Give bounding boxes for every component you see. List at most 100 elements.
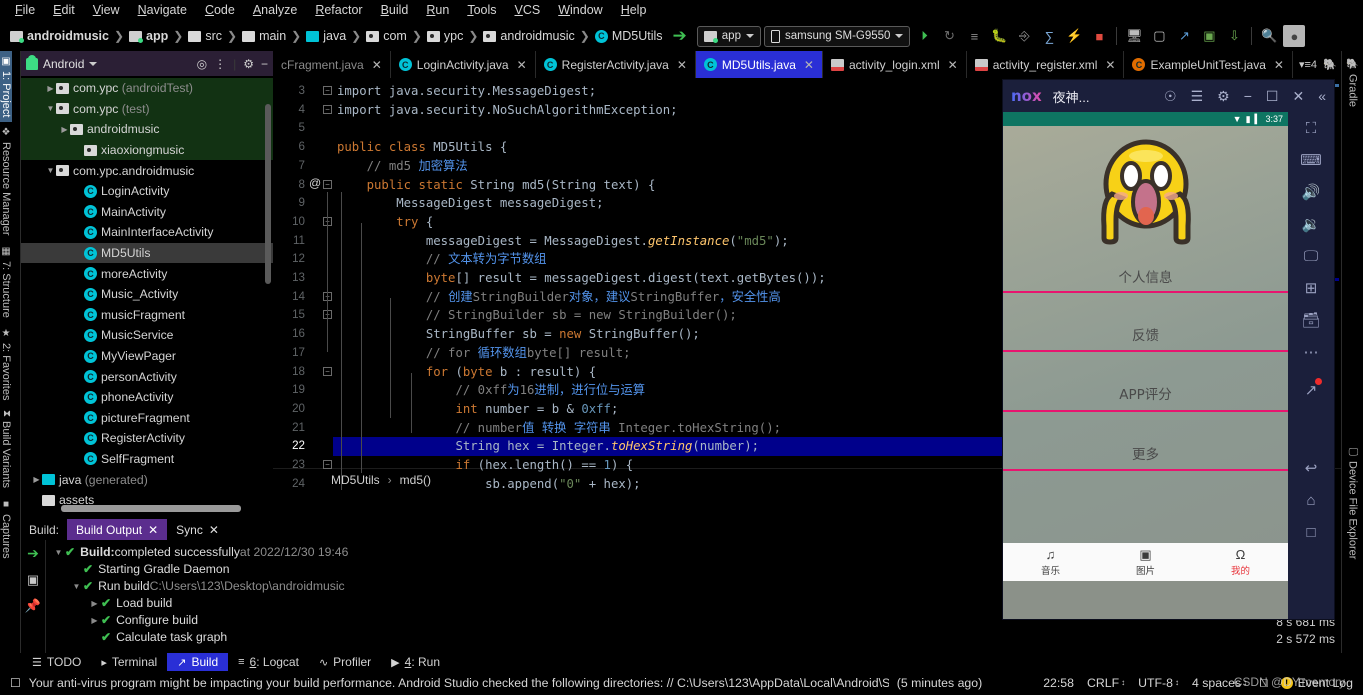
close-icon[interactable]: ✕	[804, 58, 814, 72]
sync-gradle-button[interactable]: ↗	[1173, 25, 1195, 47]
bottom-tab-terminal[interactable]: ▸ Terminal	[91, 653, 167, 671]
close-icon[interactable]: ✕	[1292, 88, 1304, 105]
menu-file[interactable]: File	[6, 0, 44, 21]
device-selector[interactable]: samsung SM-G9550	[763, 25, 911, 47]
recents-icon[interactable]: □	[1306, 522, 1315, 542]
tree-node-moreActivity[interactable]: ▶CmoreActivity	[21, 263, 273, 284]
expand-arrow-icon[interactable]: ▶	[73, 372, 84, 381]
project-tree-scrollbar[interactable]	[265, 104, 271, 284]
menu-icon[interactable]: ☰	[1191, 88, 1204, 105]
tree-node-LoginActivity[interactable]: ▶C LoginActivity	[21, 181, 273, 202]
menu-item-app-rating[interactable]: APP评分	[1003, 383, 1288, 403]
tree-node-MyViewPager[interactable]: ▶C MyViewPager	[21, 346, 273, 367]
rail-item-structure[interactable]: ▦ 7: Structure	[0, 241, 12, 323]
tree-node-java[interactable]: ▶ java (generated)	[21, 469, 273, 490]
rerun-button[interactable]: ↻	[938, 25, 960, 47]
fullscreen-icon[interactable]: ⛶	[1306, 118, 1317, 138]
code-fold-icon[interactable]: −	[323, 86, 332, 95]
expand-arrow-icon[interactable]: ▶	[73, 146, 84, 155]
menu-build[interactable]: Build	[372, 0, 418, 21]
tree-node-xiaoxiongmusic[interactable]: ▶ xiaoxiongmusic	[21, 139, 273, 161]
expand-arrow-icon[interactable]: ▶	[45, 84, 56, 93]
menu-tools[interactable]: Tools	[458, 0, 505, 21]
close-icon[interactable]: ✕	[148, 523, 158, 537]
attach-debugger-button[interactable]: ⎆	[1013, 25, 1035, 47]
editor-tab-activity-login-xml[interactable]: activity_login.xml ✕	[823, 51, 967, 78]
close-icon[interactable]: ✕	[1274, 58, 1284, 72]
nav-tab-picture[interactable]: ▣ 图片	[1098, 547, 1193, 577]
breadcrumb-item-ypc[interactable]: ypc	[423, 29, 467, 43]
expand-arrow-icon[interactable]: ▶	[73, 310, 84, 319]
restart-icon[interactable]: ▣	[27, 572, 39, 588]
expand-arrow-icon[interactable]: ▶	[73, 454, 84, 463]
bottom-tab-build[interactable]: ↗ Build	[167, 653, 229, 671]
tree-node-personActivity[interactable]: ▶CpersonActivity	[21, 366, 273, 387]
home-icon[interactable]: ⌂	[1306, 490, 1315, 510]
tree-node-MD5Utils[interactable]: ▶C MD5Utils	[21, 242, 273, 264]
expand-arrow-icon[interactable]: ▶	[73, 187, 84, 196]
nav-tab-profile[interactable]: Ω 我的	[1193, 547, 1288, 577]
expand-arrow-icon[interactable]: ▶	[73, 393, 84, 402]
expand-arrow-icon[interactable]: ▶	[73, 249, 84, 258]
expand-arrow-icon[interactable]: ▶	[73, 269, 84, 278]
install-apk-icon[interactable]: ⊞	[1305, 278, 1318, 298]
layout-inspector-button[interactable]: ▣	[1198, 25, 1220, 47]
share-icon[interactable]: ↗	[1305, 378, 1323, 400]
gradle-elephant-icon[interactable]: 🐘	[1323, 58, 1337, 71]
volume-up-icon[interactable]: 🔊	[1302, 182, 1321, 202]
emulator-screen[interactable]: ▼ ▮ ▍ 3:37 个人信息 反馈 APP评分 更多 ♫ 音乐 ▣ 图片 Ω …	[1003, 112, 1288, 619]
bottom-tab-todo[interactable]: ☰ TODO	[22, 653, 91, 671]
tree-node-phoneActivity[interactable]: ▶CphoneActivity	[21, 387, 273, 408]
search-icon[interactable]: 🔍	[1258, 25, 1280, 47]
menu-code[interactable]: Code	[196, 0, 244, 21]
pin-icon[interactable]: 📌	[25, 598, 41, 614]
help-icon[interactable]: ☉	[1164, 88, 1177, 105]
screenshot-icon[interactable]: 🖵	[1304, 246, 1318, 266]
project-tree-hscrollbar[interactable]	[61, 505, 241, 512]
menu-run[interactable]: Run	[417, 0, 458, 21]
expand-arrow-icon[interactable]: ▶	[73, 413, 84, 422]
project-tree[interactable]: ▶ com.ypc (androidTest) ▼ com.ypc (test) ▶ an…	[21, 76, 273, 513]
expand-arrow-icon[interactable]: ▶	[73, 434, 84, 443]
run-button[interactable]: ⏵	[913, 25, 935, 47]
build-row[interactable]: ✔ Calculate task graph	[46, 629, 1341, 646]
bottom-tab-run[interactable]: ▶ 4: Run	[381, 653, 450, 671]
breadcrumb-item-main[interactable]: main	[238, 29, 290, 43]
avd-manager-button[interactable]: 🖥	[1123, 25, 1145, 47]
menu-view[interactable]: View	[84, 0, 129, 21]
menu-navigate[interactable]: Navigate	[129, 0, 196, 21]
code-fold-icon[interactable]: −	[323, 460, 332, 469]
stop-button[interactable]: ■	[1088, 25, 1110, 47]
keyboard-icon[interactable]: ⌨	[1300, 150, 1322, 170]
gear-icon[interactable]: ⚙	[243, 57, 254, 71]
account-button[interactable]: ●	[1283, 25, 1306, 47]
close-icon[interactable]: ✕	[517, 58, 527, 72]
expand-arrow-icon[interactable]: ▶	[73, 331, 84, 340]
volume-down-icon[interactable]: 🔉	[1302, 214, 1321, 234]
device-manager-button[interactable]: ⇩	[1223, 25, 1245, 47]
expand-arrow-icon[interactable]: ▶	[88, 612, 101, 629]
build-icon[interactable]: ➔	[27, 545, 39, 562]
tree-node-com-ypc-androidmusic[interactable]: ▼ com.ypc.androidmusic	[21, 160, 273, 181]
menu-vcs[interactable]: VCS	[506, 0, 550, 21]
tab-build-output[interactable]: Build Output ✕	[67, 519, 168, 540]
run-configuration-selector[interactable]: app	[696, 25, 761, 47]
expand-arrow-icon[interactable]: ▼	[45, 166, 56, 175]
file-encoding[interactable]: UTF-8 ↕	[1138, 676, 1179, 690]
rail-item-resource-manager[interactable]: ❖ Resource Manager	[0, 122, 12, 241]
menu-window[interactable]: Window	[549, 0, 611, 21]
rail-item-captures[interactable]: ■ Captures	[0, 494, 12, 564]
breadcrumb-item-MD5Utils[interactable]: C MD5Utils	[591, 29, 667, 43]
tab-list-icon[interactable]: ▾≡4	[1299, 58, 1317, 71]
rail-item-favorites[interactable]: ★ 2: Favorites	[0, 323, 12, 405]
expand-arrow-icon[interactable]: ▶	[73, 290, 84, 299]
project-view-selector[interactable]: Android	[43, 57, 84, 71]
bottom-tab-logcat[interactable]: ≡ 6: Logcat	[228, 653, 309, 671]
rail-item-device-file-explorer[interactable]: 🖵 Device File Explorer	[1347, 442, 1359, 564]
breadcrumb-item-app[interactable]: app	[125, 29, 172, 43]
tab-sync[interactable]: Sync ✕	[167, 519, 228, 540]
expand-arrow-icon[interactable]: ▶	[31, 475, 42, 484]
collapse-all-icon[interactable]: ⋮	[214, 57, 226, 71]
menu-edit[interactable]: Edit	[44, 0, 84, 21]
code-fold-icon[interactable]: −	[323, 179, 332, 189]
